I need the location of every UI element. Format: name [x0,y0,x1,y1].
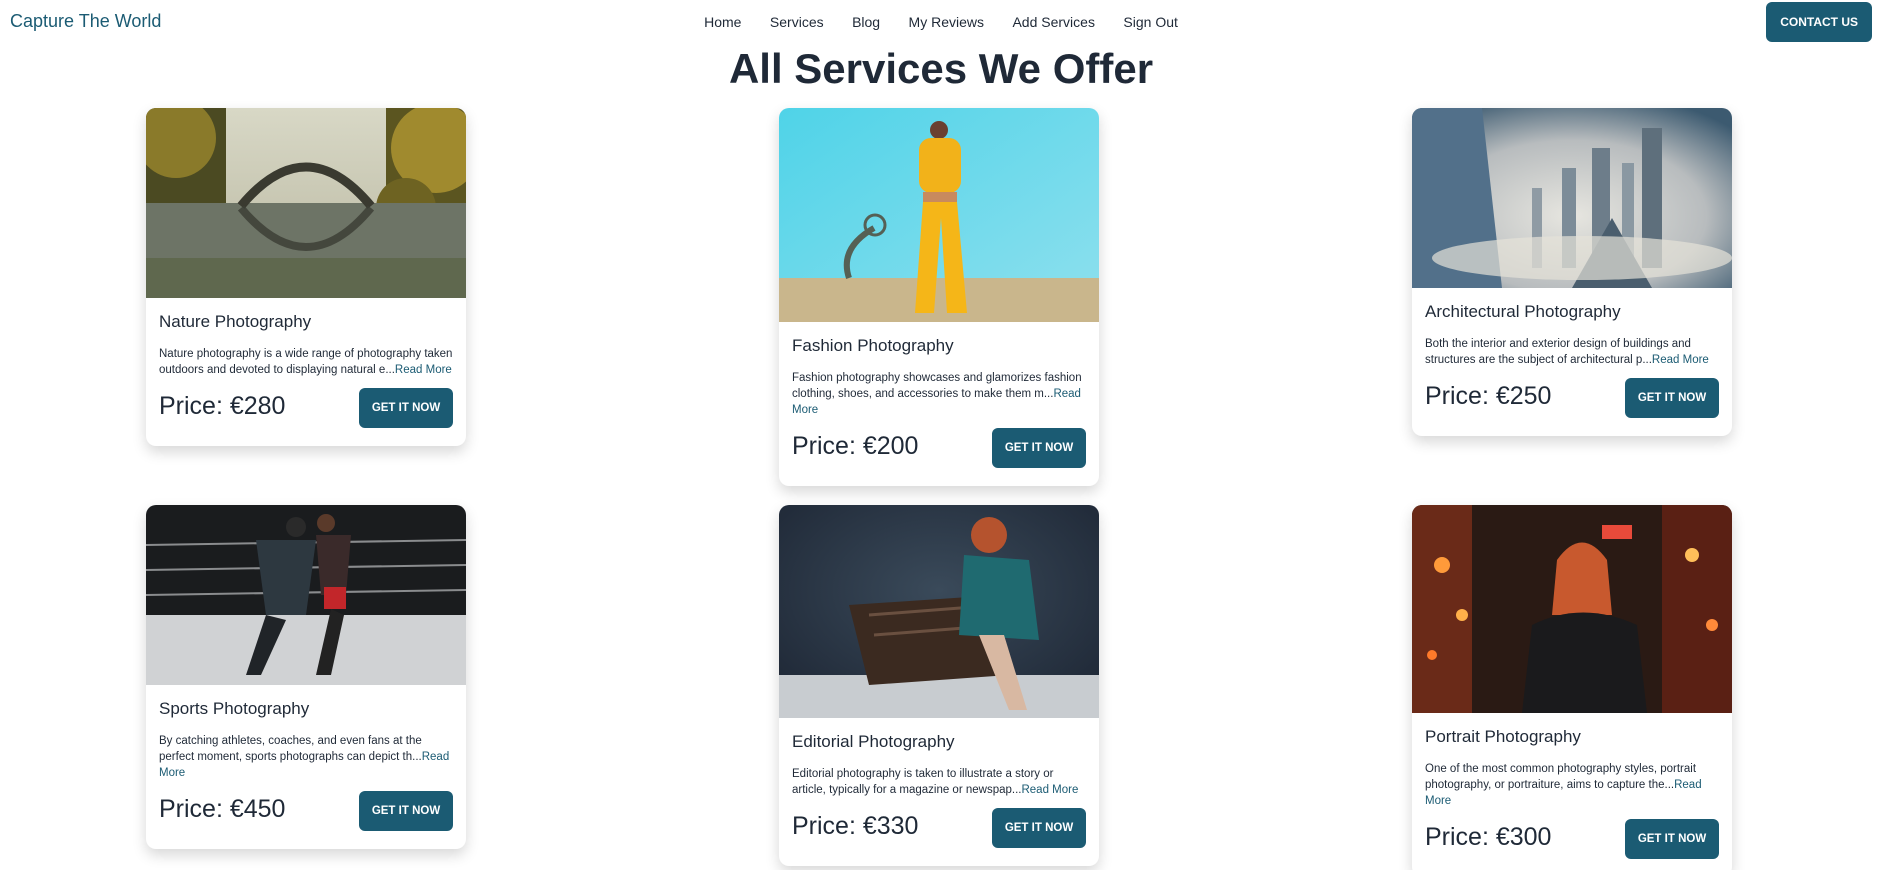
card-description: Both the interior and exterior design of… [1425,338,1709,366]
card-description: Editorial photography is taken to illust… [792,768,1079,796]
get-it-now-button[interactable]: GET IT NOW [992,428,1086,468]
card-body: Nature Photography Nature photography is… [146,298,466,446]
card-body: Fashion Photography Fashion photography … [779,322,1099,486]
service-card-fashion: Fashion Photography Fashion photography … [779,108,1099,486]
card-title: Portrait Photography [1425,727,1581,746]
read-more-link[interactable]: Read More [1652,354,1709,366]
card-description: Nature photography is a wide range of ph… [159,348,453,376]
price-label: Price: €450 [159,795,286,823]
card-description: Fashion photography showcases and glamor… [792,372,1082,416]
page-title: All Services We Offer [728,45,1154,92]
service-card-editorial: Editorial Photography Editorial photogra… [779,505,1099,866]
service-card-portrait: Portrait Photography One of the most com… [1412,505,1732,870]
price-row: Price: €280 GET IT NOW [159,388,453,432]
card-description: One of the most common photography style… [1425,763,1702,807]
service-card-sports: Sports Photography By catching athletes,… [146,505,466,849]
read-more-link[interactable]: Read More [1021,784,1078,796]
card-body: Editorial Photography Editorial photogra… [779,718,1099,866]
nav-link-my-reviews[interactable]: My Reviews [909,14,984,30]
nav-link-services[interactable]: Services [770,14,824,30]
price-label: Price: €280 [159,392,286,420]
card-body: Portrait Photography One of the most com… [1412,713,1732,870]
price-row: Price: €200 GET IT NOW [792,428,1086,472]
card-title: Sports Photography [159,699,310,718]
price-row: Price: €330 GET IT NOW [792,808,1086,852]
card-description: By catching athletes, coaches, and even … [159,735,450,779]
nav-link-sign-out[interactable]: Sign Out [1123,14,1177,30]
redhead-city-night-photo [1412,505,1732,713]
get-it-now-button[interactable]: GET IT NOW [1625,819,1719,859]
price-label: Price: €300 [1425,823,1552,851]
price-label: Price: €250 [1425,382,1552,410]
get-it-now-button[interactable]: GET IT NOW [1625,378,1719,418]
get-it-now-button[interactable]: GET IT NOW [359,388,453,428]
get-it-now-button[interactable]: GET IT NOW [359,791,453,831]
nav-link-home[interactable]: Home [704,14,741,30]
read-more-link[interactable]: Read More [395,364,452,376]
price-label: Price: €330 [792,812,919,840]
price-label: Price: €200 [792,432,919,460]
price-row: Price: €250 GET IT NOW [1425,378,1719,422]
card-body: Sports Photography By catching athletes,… [146,685,466,849]
navbar: Capture The World Home Services Blog My … [0,0,1882,44]
nav-link-blog[interactable]: Blog [852,14,880,30]
get-it-now-button[interactable]: GET IT NOW [992,808,1086,848]
price-row: Price: €450 GET IT NOW [159,791,453,835]
card-title: Nature Photography [159,312,312,331]
price-row: Price: €300 GET IT NOW [1425,819,1719,863]
card-title: Architectural Photography [1425,302,1621,321]
stone-bridge-reflection-photo [146,108,466,298]
service-card-architectural: Architectural Photography Both the inter… [1412,108,1732,436]
card-title: Fashion Photography [792,336,954,355]
card-title: Editorial Photography [792,732,955,751]
service-card-nature: Nature Photography Nature photography is… [146,108,466,446]
card-body: Architectural Photography Both the inter… [1412,288,1732,436]
nav-links: Home Services Blog My Reviews Add Servic… [0,14,1882,32]
skyscrapers-above-clouds-photo [1412,108,1732,288]
model-yellow-tracksuit-photo [779,108,1099,322]
woman-on-snowy-bench-photo [779,505,1099,718]
contact-us-button[interactable]: CONTACT US [1766,2,1872,42]
nav-link-add-services[interactable]: Add Services [1012,14,1094,30]
kickboxing-ring-photo [146,505,466,685]
